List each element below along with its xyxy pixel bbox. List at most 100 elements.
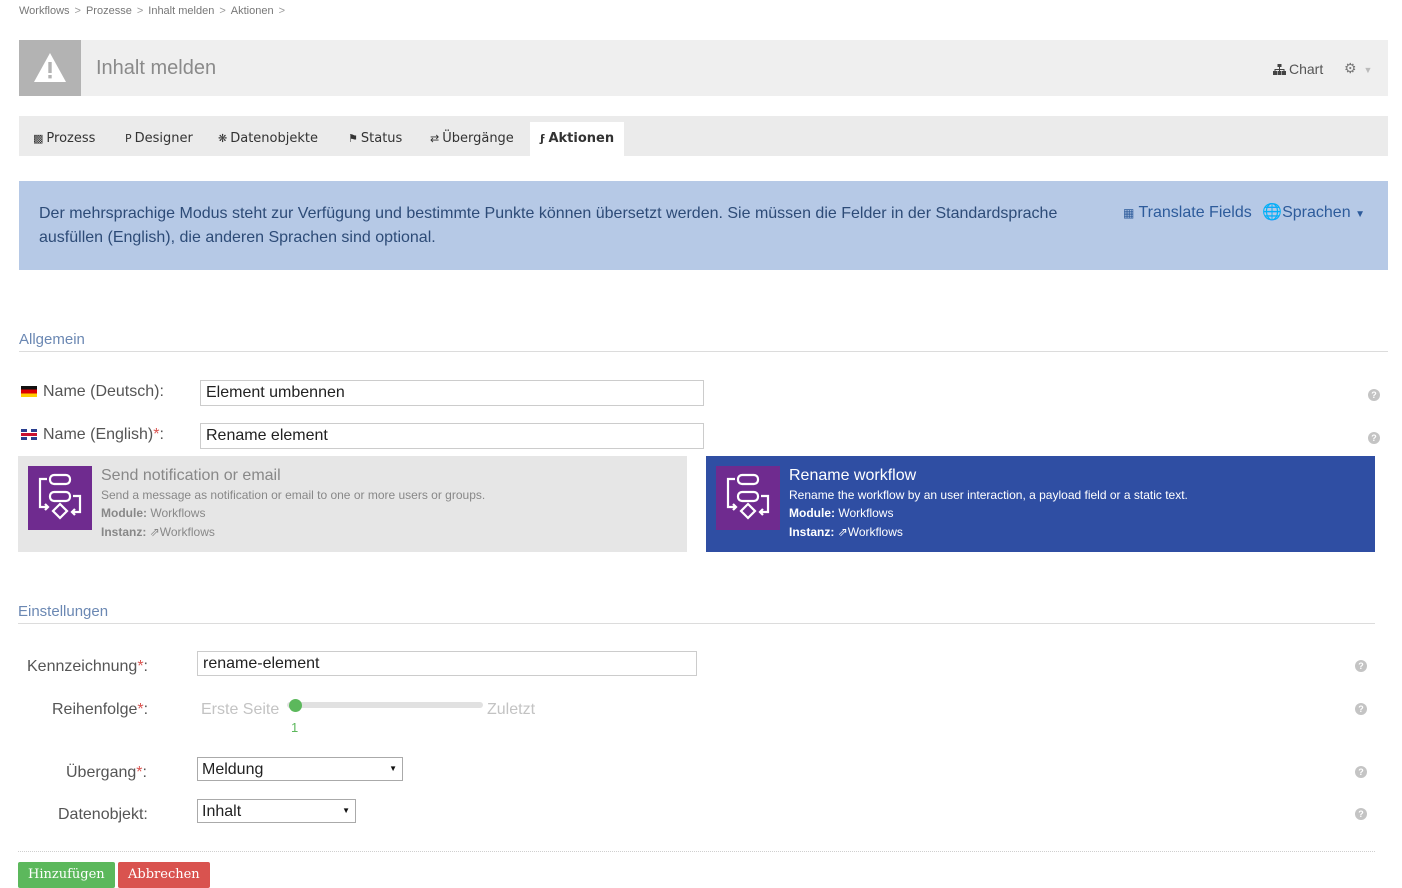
tab-label: Prozess	[46, 131, 96, 146]
tab-designer[interactable]: P Designer	[115, 122, 203, 156]
tab-label: Designer	[134, 131, 193, 146]
tab-label: Aktionen	[548, 131, 615, 146]
tab-datenobjekte[interactable]: ❋ Datenobjekte	[208, 122, 328, 156]
action-card-send-notification[interactable]: Send notification or email Send a messag…	[18, 456, 687, 552]
flag-de-icon	[21, 386, 37, 397]
chart-label: Chart	[1289, 61, 1324, 77]
dataobject-select-wrapper: Inhalt ▼	[197, 799, 356, 823]
tab-label: Übergänge	[442, 131, 514, 146]
caret-down-icon: ▼	[1363, 65, 1373, 75]
key-label: Kennzeichnung*:	[27, 658, 148, 676]
transition-label-text: Übergang	[66, 764, 137, 781]
caret-down-icon: ▼	[1355, 209, 1365, 220]
breadcrumb-separator: >	[219, 5, 226, 17]
tab-label: Datenobjekte	[230, 131, 318, 146]
card-description: Send a message as notification or email …	[101, 488, 486, 502]
name-en-input[interactable]	[200, 423, 704, 449]
add-button[interactable]: Hinzufügen	[18, 862, 115, 888]
order-min-label: Erste Seite	[201, 701, 280, 718]
help-icon[interactable]: ?	[1355, 766, 1367, 778]
card-title: Send notification or email	[101, 467, 281, 484]
tab-aktionen[interactable]: ϝ Aktionen	[530, 122, 625, 156]
tab-label: Status	[360, 131, 403, 146]
tab-bar: ▩ Prozess P Designer ❋ Datenobjekte ⚑ Status…	[19, 116, 1388, 156]
workflow-action-icon-graphic	[726, 473, 770, 520]
translate-icon: ▦	[1123, 206, 1135, 220]
breadcrumb-prozesse[interactable]: Prozesse	[86, 5, 132, 17]
settings-dropdown-button[interactable]: ⚙ ▼	[1344, 60, 1372, 77]
multilanguage-info-panel: Der mehrsprachige Modus steht zur Verfüg…	[19, 181, 1388, 270]
languages-dropdown[interactable]: 🌐Sprachen ▼	[1262, 204, 1365, 221]
sitemap-icon	[1273, 64, 1286, 75]
breadcrumb: Workflows > Prozesse > Inhalt melden > Aktione…	[19, 5, 290, 17]
info-links: ▦ Translate Fields 🌐Sprachen ▼	[1123, 202, 1365, 222]
key-input[interactable]	[197, 651, 697, 676]
card-module: Module: Workflows	[101, 506, 205, 520]
info-text: Der mehrsprachige Modus steht zur Verfüg…	[39, 205, 1058, 246]
instance-value[interactable]: Workflows	[848, 525, 903, 539]
order-slider-track[interactable]	[287, 702, 483, 708]
cancel-button[interactable]: Abbrechen	[118, 862, 210, 888]
breadcrumb-workflows[interactable]: Workflows	[19, 5, 70, 17]
breadcrumb-aktionen[interactable]: Aktionen	[231, 5, 274, 17]
order-slider-handle[interactable]	[289, 699, 302, 712]
dataobject-select[interactable]: Inhalt	[197, 799, 356, 823]
name-de-label: Name (Deutsch):	[21, 383, 164, 401]
instance-label: Instanz:	[101, 525, 147, 539]
form-footer-divider	[18, 851, 1375, 852]
card-instance: Instanz: ⇗Workflows	[101, 525, 215, 539]
module-value: Workflows	[838, 506, 894, 520]
external-link-icon: ⇗	[149, 525, 160, 539]
workflow-action-icon	[716, 466, 780, 530]
help-icon[interactable]: ?	[1355, 660, 1367, 672]
cubes-icon: ❋	[218, 132, 228, 145]
section-title-general: Allgemein	[19, 331, 85, 348]
name-en-label-text: Name (English)	[43, 426, 154, 443]
warning-icon	[34, 53, 66, 82]
breadcrumb-separator: >	[136, 5, 144, 17]
tab-status[interactable]: ⚑ Status	[338, 122, 412, 156]
section-title-settings: Einstellungen	[18, 603, 109, 620]
header-icon-box	[19, 40, 81, 96]
label-colon: :	[143, 701, 149, 718]
dataobject-label: Datenobjekt:	[58, 806, 148, 823]
translate-fields-link[interactable]: ▦ Translate Fields	[1123, 204, 1252, 221]
sitemap-icon: ▩	[33, 132, 44, 145]
help-icon[interactable]: ?	[1368, 389, 1380, 401]
label-colon: :	[142, 764, 147, 781]
section-divider	[18, 623, 1375, 624]
help-icon[interactable]: ?	[1355, 703, 1367, 715]
order-label: Reihenfolge*:	[52, 701, 148, 719]
name-de-input[interactable]	[200, 380, 704, 406]
module-label: Module:	[101, 506, 147, 520]
globe-icon: 🌐	[1262, 204, 1283, 221]
module-value: Workflows	[150, 506, 206, 520]
instance-value[interactable]: Workflows	[160, 525, 215, 539]
tab-uebergaenge[interactable]: ⇄ Übergänge	[420, 122, 524, 156]
section-divider	[19, 351, 1388, 352]
card-instance: Instanz: ⇗Workflows	[789, 525, 903, 539]
workflow-action-icon	[28, 466, 92, 530]
chart-button[interactable]: Chart	[1273, 61, 1323, 77]
card-description: Rename the workflow by an user interacti…	[789, 488, 1188, 502]
action-card-rename-workflow[interactable]: Rename workflow Rename the workflow by a…	[706, 456, 1375, 552]
card-module: Module: Workflows	[789, 506, 893, 520]
workflow-action-icon-graphic	[38, 473, 82, 520]
translate-fields-label: Translate Fields	[1138, 204, 1252, 221]
order-label-text: Reihenfolge	[52, 701, 138, 718]
order-slider-value: 1	[291, 720, 299, 735]
help-icon[interactable]: ?	[1368, 432, 1380, 444]
exchange-icon: ⇄	[430, 132, 440, 145]
breadcrumb-inhalt-melden[interactable]: Inhalt melden	[148, 5, 214, 17]
transition-select[interactable]: Meldung	[197, 757, 403, 781]
breadcrumb-separator: >	[74, 5, 81, 17]
module-label: Module:	[789, 506, 835, 520]
languages-label: Sprachen	[1282, 204, 1351, 221]
order-max-label: Zuletzt	[487, 701, 536, 718]
help-icon[interactable]: ?	[1355, 808, 1367, 820]
tab-prozess[interactable]: ▩ Prozess	[23, 122, 105, 156]
transition-label: Übergang*:	[66, 764, 147, 782]
instance-label: Instanz:	[789, 525, 835, 539]
bolt-icon: ϝ	[540, 132, 546, 145]
label-colon: :	[143, 658, 148, 675]
